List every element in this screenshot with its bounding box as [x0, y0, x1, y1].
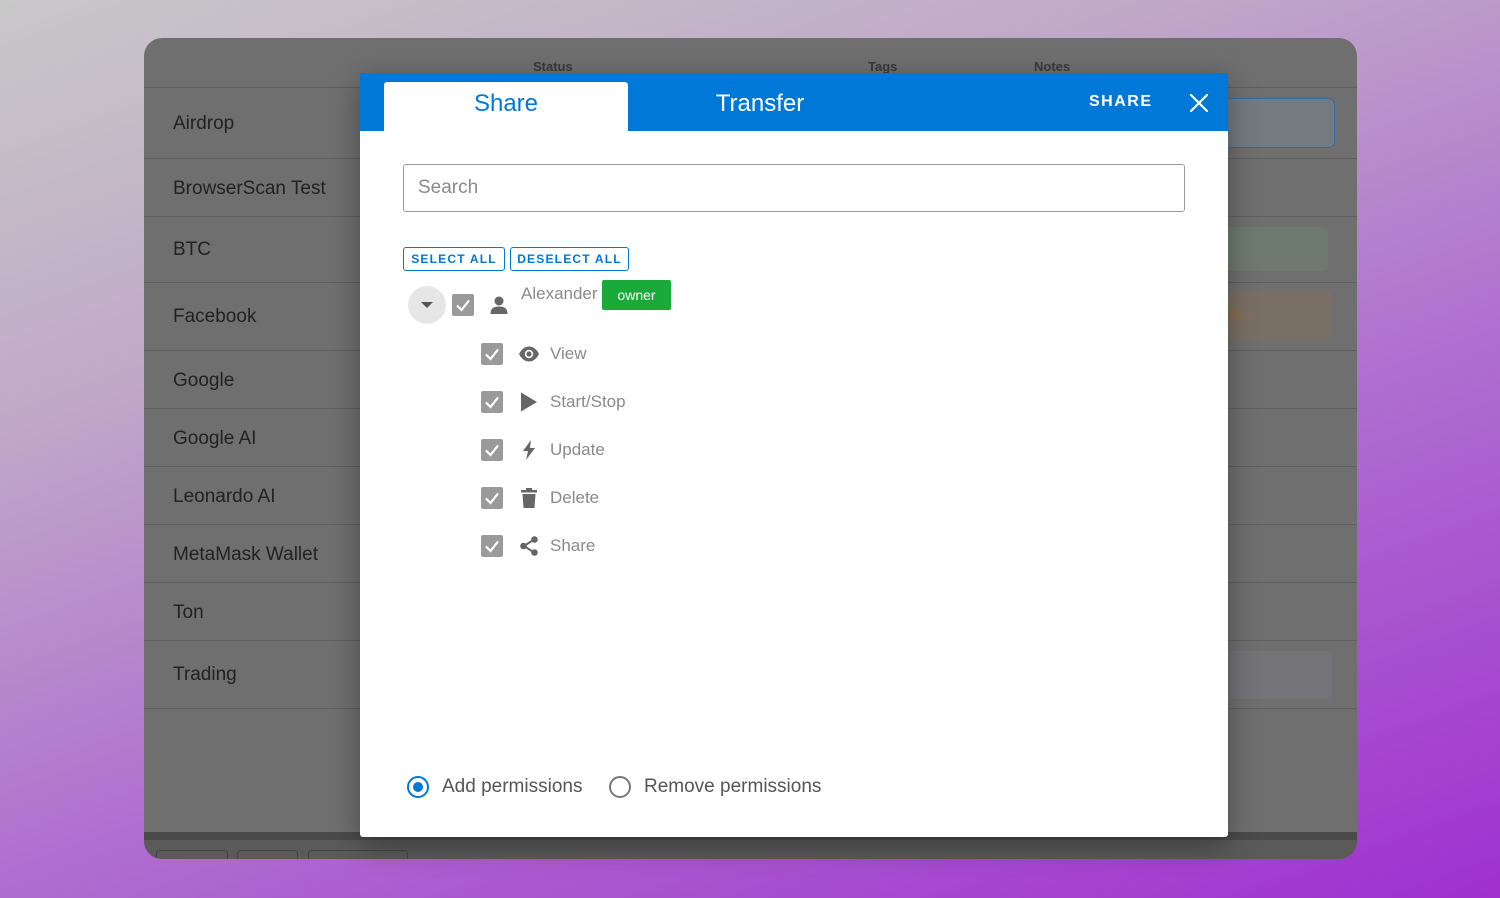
- check-icon: [485, 396, 499, 409]
- permission-checkbox-share[interactable]: [481, 535, 503, 557]
- note-field[interactable]: [1219, 651, 1332, 699]
- trash-icon: [521, 488, 537, 508]
- permission-label-start-stop: Start/Stop: [550, 392, 626, 411]
- row-name: BrowserScan Test: [173, 178, 326, 199]
- check-icon: [485, 492, 499, 505]
- check-icon: [456, 299, 470, 312]
- share-icon: [520, 536, 538, 556]
- eye-icon: [519, 346, 539, 362]
- row-name: Trading: [173, 664, 237, 685]
- row-name: Airdrop: [173, 113, 235, 134]
- row-name: Leonardo AI: [173, 486, 276, 507]
- note-field[interactable]: [1219, 98, 1335, 148]
- remove-permissions-radio[interactable]: [609, 776, 631, 798]
- permission-checkbox-start-stop[interactable]: [481, 391, 503, 413]
- tab-transfer[interactable]: Transfer: [638, 82, 882, 131]
- note-field[interactable]: gh...: [1219, 291, 1332, 339]
- column-header-tags[interactable]: Tags: [868, 59, 897, 74]
- check-icon: [485, 540, 499, 553]
- permission-checkbox-update[interactable]: [481, 439, 503, 461]
- row-name: MetaMask Wallet: [173, 544, 318, 565]
- add-permissions-radio[interactable]: [407, 776, 429, 798]
- remove-permissions-label[interactable]: Remove permissions: [644, 776, 821, 798]
- deselect-all-button[interactable]: DESELECT ALL: [510, 247, 629, 271]
- user-icon: [490, 296, 508, 314]
- chevron-down-icon: [421, 302, 433, 308]
- dialog-header: Share Transfer SHARE: [360, 73, 1228, 131]
- share-dialog: Share Transfer SHARE SELECT ALL DESELECT…: [360, 73, 1228, 837]
- bolt-icon: [523, 440, 535, 460]
- toolbar-button[interactable]: [308, 850, 408, 859]
- permission-label-view: View: [550, 344, 587, 363]
- row-name: Facebook: [173, 306, 257, 327]
- note-field[interactable]: [1219, 227, 1328, 271]
- row-name: Google AI: [173, 428, 257, 449]
- check-icon: [485, 444, 499, 457]
- column-header-notes[interactable]: Notes: [1034, 59, 1070, 74]
- select-all-button[interactable]: SELECT ALL: [403, 247, 505, 271]
- user-name: Alexander: [521, 284, 598, 303]
- permission-label-update: Update: [550, 440, 605, 459]
- row-name: Google: [173, 370, 235, 391]
- permission-checkbox-view[interactable]: [481, 343, 503, 365]
- search-input[interactable]: [403, 164, 1185, 212]
- permission-label-delete: Delete: [550, 488, 600, 507]
- user-checkbox[interactable]: [452, 294, 474, 316]
- column-header-status[interactable]: Status: [533, 59, 573, 74]
- toolbar-button[interactable]: [237, 850, 298, 859]
- play-icon: [521, 392, 537, 412]
- row-name: BTC: [173, 239, 211, 260]
- share-submit-button[interactable]: SHARE: [1089, 93, 1153, 111]
- add-permissions-label[interactable]: Add permissions: [442, 776, 582, 798]
- permission-checkbox-delete[interactable]: [481, 487, 503, 509]
- toolbar-button[interactable]: [156, 850, 228, 859]
- row-name: Ton: [173, 602, 204, 623]
- check-icon: [485, 348, 499, 361]
- close-icon[interactable]: [1188, 92, 1210, 114]
- owner-badge: owner: [602, 280, 671, 310]
- note-text: gh...: [1225, 306, 1255, 323]
- tab-share[interactable]: Share: [384, 82, 628, 131]
- permission-label-share: Share: [550, 536, 596, 555]
- expand-user-button[interactable]: [408, 286, 446, 324]
